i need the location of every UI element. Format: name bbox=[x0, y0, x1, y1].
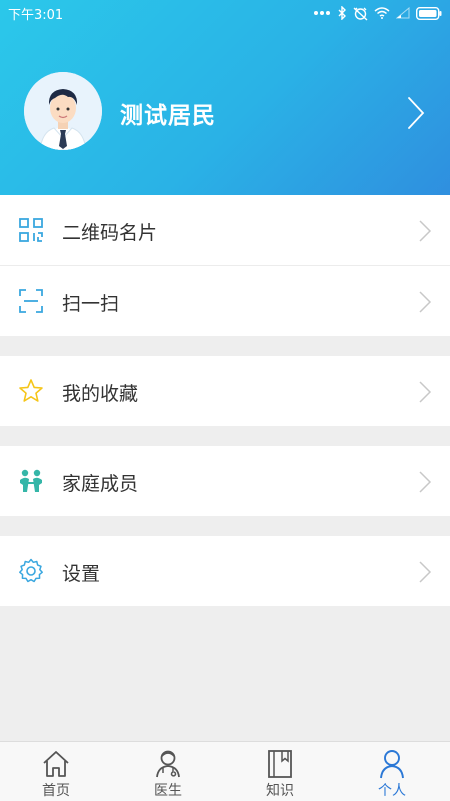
menu-item-label: 设置 bbox=[62, 563, 101, 585]
tab-label: 首页 bbox=[42, 783, 70, 799]
menu-item-label: 扫一扫 bbox=[62, 293, 120, 315]
chevron-right-icon bbox=[419, 471, 432, 493]
status-bar: 下午3:01 bbox=[0, 0, 450, 26]
profile-card[interactable]: 测试居民 bbox=[0, 72, 450, 154]
star-icon bbox=[19, 379, 43, 402]
person-icon bbox=[380, 750, 404, 779]
dots-icon bbox=[314, 11, 330, 15]
home-icon bbox=[43, 751, 69, 777]
gear-icon bbox=[19, 558, 43, 583]
avatar[interactable] bbox=[24, 72, 102, 150]
bottom-tab-bar: 首页 医生 知识 个人 bbox=[0, 741, 450, 801]
signal-icon bbox=[396, 7, 410, 19]
menu-group-4: 设置 bbox=[0, 536, 450, 606]
menu-item-scan[interactable]: 扫一扫 bbox=[0, 265, 450, 336]
alarm-off-icon bbox=[353, 6, 368, 21]
wifi-icon bbox=[374, 7, 390, 19]
status-icons bbox=[313, 4, 442, 22]
battery-icon bbox=[416, 6, 442, 20]
book-icon bbox=[268, 750, 292, 778]
menu-item-label: 家庭成员 bbox=[62, 473, 139, 495]
menu-item-qrcode[interactable]: 二维码名片 bbox=[0, 195, 450, 265]
user-avatar-icon bbox=[24, 72, 102, 150]
qrcode-icon bbox=[19, 218, 43, 242]
menu-item-family[interactable]: 家庭成员 bbox=[0, 446, 450, 516]
tab-label: 医生 bbox=[154, 783, 182, 799]
tab-doctor[interactable]: 医生 bbox=[112, 742, 224, 801]
menu-group-3: 家庭成员 bbox=[0, 446, 450, 516]
menu-group-1: 二维码名片 扫一扫 bbox=[0, 195, 450, 336]
scan-icon bbox=[19, 289, 43, 313]
menu-group-2: 我的收藏 bbox=[0, 356, 450, 426]
tab-label: 个人 bbox=[378, 783, 406, 799]
profile-header: 下午3:01 测试居民 bbox=[0, 0, 450, 195]
tab-profile[interactable]: 个人 bbox=[336, 742, 448, 801]
menu-item-label: 二维码名片 bbox=[62, 222, 158, 244]
status-time: 下午3:01 bbox=[8, 8, 64, 23]
chevron-right-icon bbox=[419, 291, 432, 313]
profile-name: 测试居民 bbox=[120, 103, 216, 129]
tab-label: 知识 bbox=[266, 783, 294, 799]
doctor-icon bbox=[156, 750, 180, 778]
tab-knowledge[interactable]: 知识 bbox=[224, 742, 336, 801]
menu-item-favorites[interactable]: 我的收藏 bbox=[0, 356, 450, 426]
chevron-right-icon bbox=[419, 561, 432, 583]
family-icon bbox=[20, 469, 42, 492]
chevron-right-icon bbox=[419, 381, 432, 403]
tab-home[interactable]: 首页 bbox=[0, 742, 112, 801]
chevron-right-icon[interactable] bbox=[406, 96, 426, 130]
bluetooth-icon bbox=[338, 6, 346, 20]
chevron-right-icon bbox=[419, 220, 432, 242]
menu-item-label: 我的收藏 bbox=[62, 383, 139, 405]
menu-item-settings[interactable]: 设置 bbox=[0, 536, 450, 606]
